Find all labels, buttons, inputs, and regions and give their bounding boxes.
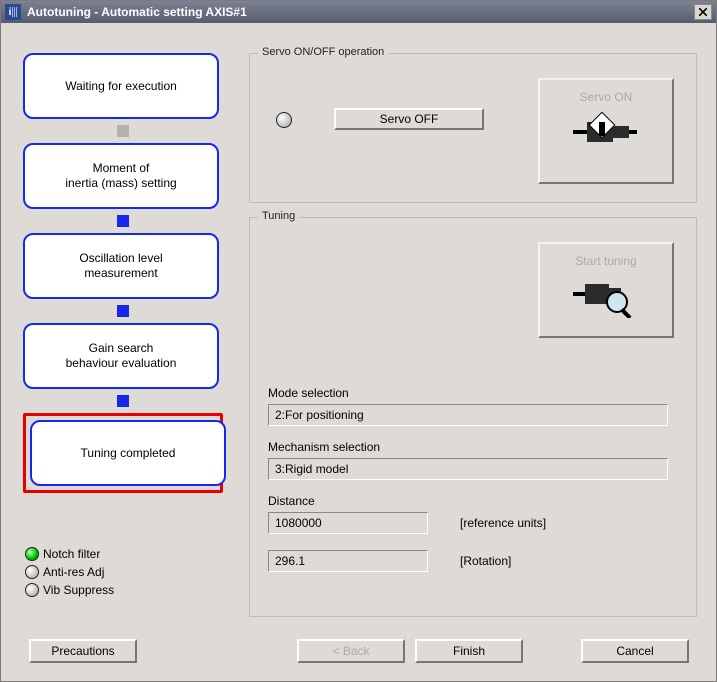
step-connector <box>117 305 129 317</box>
start-tuning-label: Start tuning <box>540 254 672 268</box>
step-label: Moment of inertia (mass) setting <box>65 161 176 191</box>
autotuning-window: i Autotuning - Automatic setting AXIS#1 … <box>0 0 717 682</box>
step-connector <box>117 215 129 227</box>
step-gainsearch: Gain search behaviour evaluation <box>23 323 219 389</box>
cancel-button[interactable]: Cancel <box>581 639 689 663</box>
step-label: Waiting for execution <box>65 79 177 94</box>
precautions-button[interactable]: Precautions <box>29 639 137 663</box>
close-icon <box>699 8 707 16</box>
led-icon <box>25 547 39 561</box>
client-area: Waiting for execution Moment of inertia … <box>1 23 716 681</box>
finish-button[interactable]: Finish <box>415 639 523 663</box>
anti-res-status: Anti-res Adj <box>25 563 114 581</box>
rotation-unit: [Rotation] <box>460 554 511 568</box>
step-oscillation: Oscillation level measurement <box>23 233 219 299</box>
mechanism-selection-label: Mechanism selection <box>268 440 380 454</box>
mode-selection-label: Mode selection <box>268 386 349 400</box>
step-inertia: Moment of inertia (mass) setting <box>23 143 219 209</box>
step-completed: Tuning completed <box>30 420 226 486</box>
status-label: Vib Suppress <box>43 583 114 597</box>
notch-filter-status: Notch filter <box>25 545 114 563</box>
step-connector <box>117 395 129 407</box>
titlebar: i Autotuning - Automatic setting AXIS#1 <box>1 1 716 23</box>
app-icon: i <box>5 4 21 20</box>
step-label: Tuning completed <box>81 446 176 461</box>
vib-suppress-status: Vib Suppress <box>25 581 114 599</box>
step-label: Oscillation level measurement <box>79 251 162 281</box>
motor-on-icon <box>571 112 641 154</box>
rotation-value: 296.1 <box>268 550 428 572</box>
step-connector <box>117 125 129 137</box>
servo-groupbox: Servo ON/OFF operation Servo OFF Servo O… <box>249 53 697 203</box>
window-title: Autotuning - Automatic setting AXIS#1 <box>27 5 247 19</box>
mode-selection-value: 2:For positioning <box>268 404 668 426</box>
current-step-highlight: Tuning completed <box>23 413 223 493</box>
button-row: Precautions < Back Finish Cancel <box>1 639 716 665</box>
mechanism-selection-value: 3:Rigid model <box>268 458 668 480</box>
distance-value: 1080000 <box>268 512 428 534</box>
group-legend: Servo ON/OFF operation <box>258 46 388 58</box>
group-legend: Tuning <box>258 210 299 222</box>
servo-on-button[interactable]: Servo ON <box>538 78 674 184</box>
back-button[interactable]: < Back <box>297 639 405 663</box>
step-label: Gain search behaviour evaluation <box>66 341 177 371</box>
servo-on-label: Servo ON <box>540 90 672 104</box>
step-waiting: Waiting for execution <box>23 53 219 119</box>
close-button[interactable] <box>694 4 712 20</box>
status-label: Notch filter <box>43 547 100 561</box>
start-tuning-button[interactable]: Start tuning <box>538 242 674 338</box>
status-label: Anti-res Adj <box>43 565 104 579</box>
servo-off-button[interactable]: Servo OFF <box>334 108 484 130</box>
servo-state-led-icon <box>276 112 292 128</box>
distance-unit: [reference units] <box>460 516 546 530</box>
led-icon <box>25 565 39 579</box>
status-indicators: Notch filter Anti-res Adj Vib Suppress <box>25 545 114 599</box>
distance-label: Distance <box>268 494 315 508</box>
led-icon <box>25 583 39 597</box>
workflow-steps: Waiting for execution Moment of inertia … <box>23 53 223 493</box>
tuning-groupbox: Tuning Start tuning Mode selection 2:For… <box>249 217 697 617</box>
motor-search-icon <box>571 276 641 318</box>
